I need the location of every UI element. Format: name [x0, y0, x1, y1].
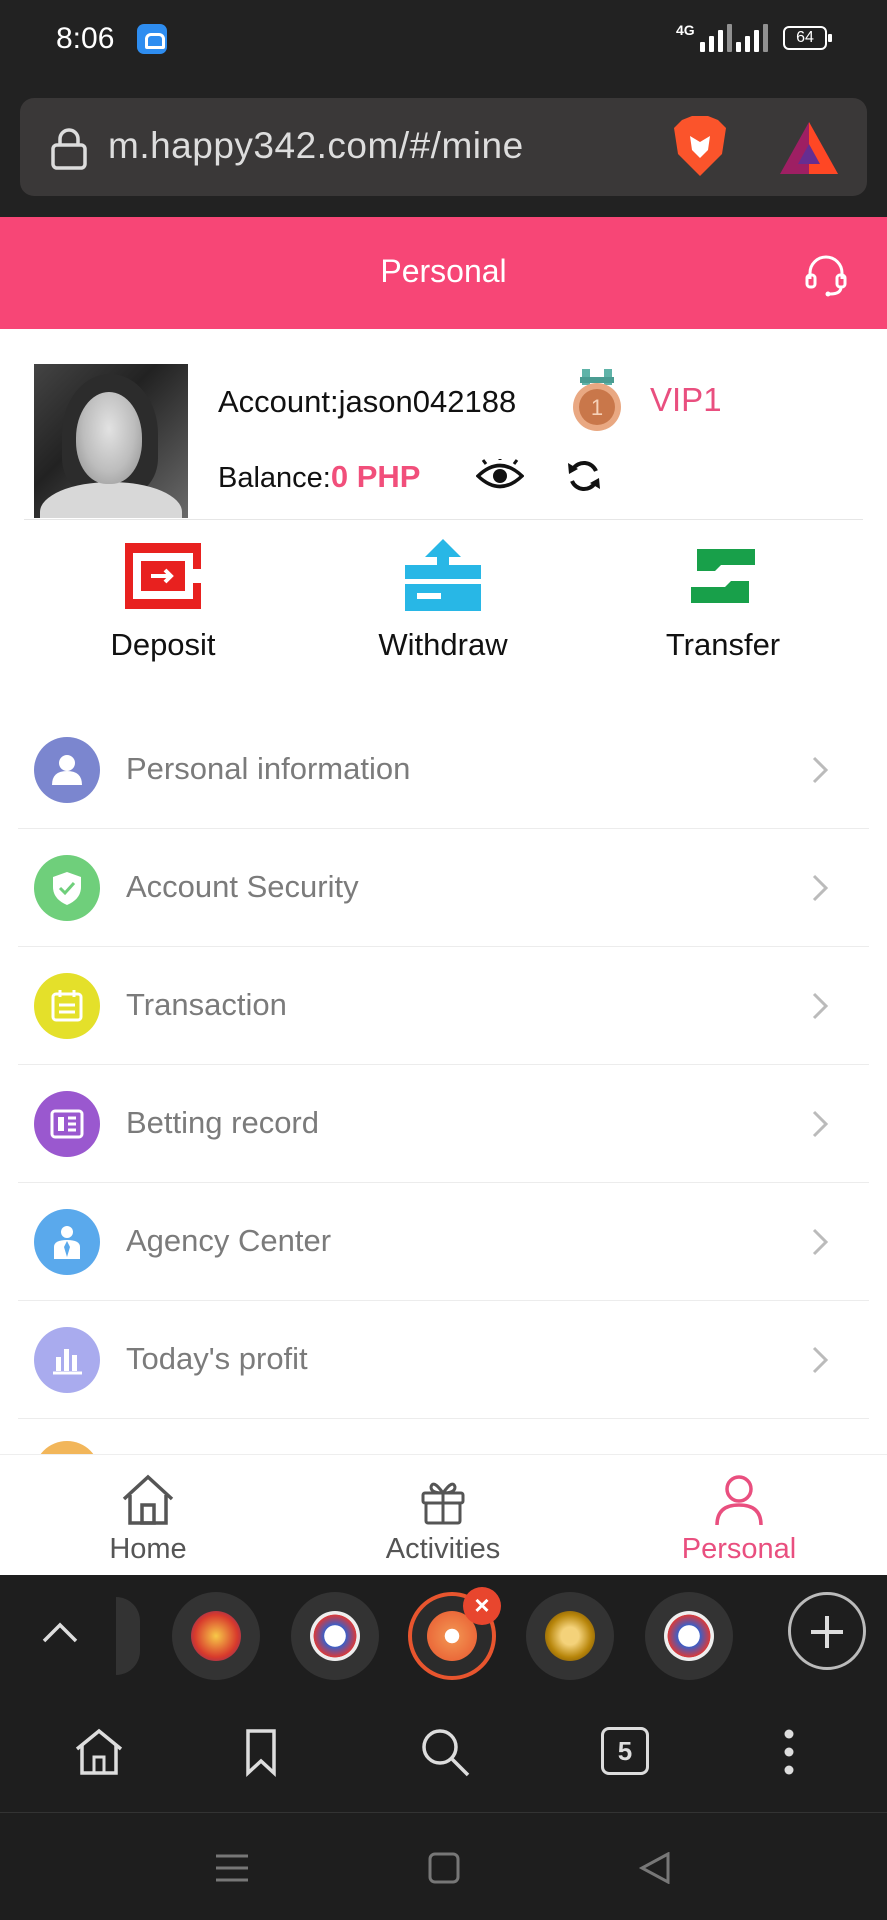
customer-service-icon[interactable]: [804, 253, 848, 297]
network-type-label: 4G: [676, 22, 695, 38]
deposit-button[interactable]: Deposit: [53, 539, 273, 669]
withdraw-label: Withdraw: [378, 627, 508, 662]
withdraw-button[interactable]: Withdraw: [333, 539, 553, 669]
avatar[interactable]: [34, 364, 188, 518]
shield-icon: [34, 855, 100, 921]
divider: [24, 519, 863, 520]
menu-item-label: Betting record: [126, 1105, 319, 1140]
bookmark-icon[interactable]: [234, 1725, 288, 1779]
nav-label: Activities: [385, 1533, 501, 1565]
menu-item-label: Transaction: [126, 987, 287, 1022]
home-icon: [122, 1474, 174, 1525]
menu-item-label: Today's profit: [126, 1341, 308, 1376]
nav-personal[interactable]: Personal: [639, 1455, 839, 1575]
nav-home[interactable]: Home: [48, 1455, 248, 1575]
search-icon[interactable]: [418, 1725, 472, 1779]
new-tab-button[interactable]: [788, 1592, 866, 1670]
personal-page: Personal Account:jason042188 1 VIP1 Bala…: [0, 217, 887, 1575]
cloud-app-icon: [137, 24, 167, 54]
close-tab-button[interactable]: ×: [463, 1587, 501, 1625]
balance-value: 0 PHP: [330, 459, 421, 494]
browser-bottom-bar: 5: [0, 1695, 887, 1813]
withdraw-icon: [405, 539, 481, 611]
menu-item-label: Agency Center: [126, 1223, 332, 1258]
menu-item-account-security[interactable]: Account Security: [18, 829, 869, 947]
menu-item-personal-information[interactable]: Personal information: [18, 711, 869, 829]
menu-item-label: Personal information: [126, 751, 411, 786]
record-icon: [34, 1091, 100, 1157]
nav-label: Personal: [681, 1533, 797, 1565]
signal-strength-icon-2: [736, 24, 768, 52]
user-icon: [34, 737, 100, 803]
profile-card: Account:jason042188 1 VIP1 Balance:0 PHP: [0, 329, 887, 737]
tab-thumbnail[interactable]: [172, 1592, 260, 1680]
status-bar: 8:06 4G 64: [0, 0, 887, 80]
nav-activities[interactable]: Activities: [343, 1455, 543, 1575]
back-icon[interactable]: [638, 1852, 674, 1884]
balance-label: Balance:: [218, 462, 331, 494]
brave-lion-icon[interactable]: [670, 114, 730, 178]
account-label: Account:jason042188: [218, 384, 517, 419]
address-bar[interactable]: m.happy342.com/#/mine: [20, 98, 867, 196]
status-time: 8:06: [56, 22, 115, 55]
page-header: Personal: [0, 217, 887, 329]
vip-level[interactable]: VIP1: [650, 381, 722, 419]
calendar-icon: [34, 973, 100, 1039]
transfer-label: Transfer: [665, 627, 781, 662]
page-title: Personal: [380, 253, 507, 289]
menu-item-betting-record[interactable]: Betting record: [18, 1065, 869, 1183]
home-square-icon[interactable]: [426, 1852, 462, 1884]
signal-strength-icon: [700, 24, 732, 52]
transfer-icon: [691, 549, 755, 603]
chevron-up-icon[interactable]: [38, 1611, 82, 1655]
nav-label: Home: [109, 1533, 187, 1565]
bottom-nav: Home Activities Personal: [0, 1454, 887, 1575]
more-options-icon[interactable]: [762, 1725, 816, 1779]
tab-count-button[interactable]: 5: [601, 1727, 649, 1775]
chevron-right-icon: [812, 1228, 829, 1256]
transfer-button[interactable]: Transfer: [613, 539, 833, 669]
gift-icon: [421, 1482, 465, 1525]
balance-row: Balance:0 PHP: [218, 459, 420, 495]
menu-item-label: Account Security: [126, 869, 359, 904]
system-nav-bar: [0, 1814, 887, 1920]
chevron-right-icon: [812, 1110, 829, 1138]
tab-thumbnail[interactable]: [526, 1592, 614, 1680]
chevron-right-icon: [812, 992, 829, 1020]
svg-text:1: 1: [591, 395, 603, 420]
tab-strip: ×: [0, 1575, 887, 1695]
chevron-right-icon: [812, 756, 829, 784]
url-text[interactable]: m.happy342.com/#/mine: [108, 125, 524, 167]
agent-icon: [34, 1209, 100, 1275]
eye-icon[interactable]: [476, 459, 524, 493]
menu-item-agency-center[interactable]: Agency Center: [18, 1183, 869, 1301]
home-icon[interactable]: [72, 1725, 126, 1779]
menu-item-transaction[interactable]: Transaction: [18, 947, 869, 1065]
menu-item-todays-profit[interactable]: Today's profit: [18, 1301, 869, 1419]
vip-medal-icon: 1: [573, 369, 621, 431]
tab-thumbnail[interactable]: [645, 1592, 733, 1680]
browser-toolbar: m.happy342.com/#/mine: [0, 80, 887, 217]
deposit-icon: [125, 543, 203, 609]
lock-icon: [51, 128, 87, 170]
battery-icon: 64: [783, 26, 832, 50]
deposit-label: Deposit: [110, 627, 216, 662]
chart-icon: [34, 1327, 100, 1393]
chevron-right-icon: [812, 1346, 829, 1374]
tab-thumbnail-partial[interactable]: [116, 1597, 140, 1675]
menu-icon[interactable]: [214, 1852, 250, 1884]
tab-thumbnail[interactable]: [291, 1592, 379, 1680]
settings-menu: Personal information Account Security Tr…: [0, 711, 887, 1507]
person-icon: [715, 1475, 763, 1526]
bat-rewards-icon[interactable]: [778, 120, 840, 176]
refresh-icon[interactable]: [566, 457, 602, 495]
chevron-right-icon: [812, 874, 829, 902]
